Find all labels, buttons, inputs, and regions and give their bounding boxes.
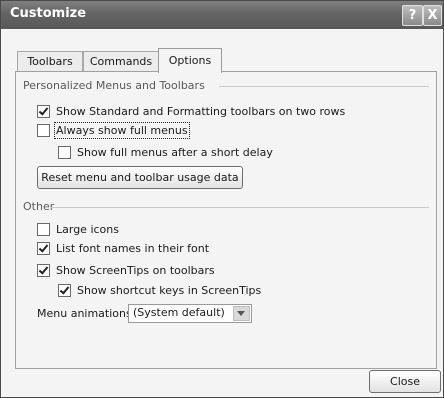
menu-animations-label: Menu animations:	[37, 306, 136, 320]
screentips-label: Show ScreenTips on toolbars	[56, 263, 215, 277]
help-button[interactable]: ?	[402, 5, 423, 26]
menu-animations-select[interactable]: (System default)	[128, 304, 252, 323]
option-screentips[interactable]: Show ScreenTips on toolbars	[37, 262, 215, 278]
chevron-down-icon[interactable]	[233, 306, 250, 321]
close-window-button[interactable]: X	[423, 5, 442, 26]
reset-usage-button[interactable]: Reset menu and toolbar usage data	[37, 166, 243, 189]
full-menus-label: Always show full menus	[54, 121, 190, 139]
close-icon: X	[427, 8, 438, 23]
screentips-checkbox[interactable]	[37, 263, 50, 277]
short-delay-checkbox[interactable]	[58, 145, 71, 159]
option-full-menus[interactable]: Always show full menus	[37, 121, 190, 139]
font-names-label: List font names in their font	[56, 241, 210, 255]
option-short-delay[interactable]: Show full menus after a short delay	[58, 144, 273, 160]
large-icons-label: Large icons	[56, 222, 119, 236]
dialog-title: Customize	[10, 6, 87, 21]
menu-animations-row: Menu animations:	[37, 305, 135, 321]
shortcut-keys-label: Show shortcut keys in ScreenTips	[77, 283, 262, 297]
help-icon: ?	[408, 8, 417, 23]
menu-animations-value: (System default)	[133, 306, 225, 319]
other-divider	[51, 207, 429, 208]
title-bar[interactable]: Customize ? X	[1, 1, 443, 29]
close-button[interactable]: Close	[369, 370, 441, 393]
two-rows-label: Show Standard and Formatting toolbars on…	[56, 104, 346, 118]
short-delay-label: Show full menus after a short delay	[77, 145, 273, 159]
option-two-rows[interactable]: Show Standard and Formatting toolbars on…	[37, 103, 345, 119]
font-names-checkbox[interactable]	[37, 241, 50, 255]
large-icons-checkbox[interactable]	[37, 222, 50, 236]
personalized-heading: Personalized Menus and Toolbars	[23, 79, 205, 92]
other-heading: Other	[23, 200, 55, 213]
tab-toolbars[interactable]: Toolbars	[17, 51, 83, 72]
option-large-icons[interactable]: Large icons	[37, 221, 119, 237]
shortcut-keys-checkbox[interactable]	[58, 283, 71, 297]
personalized-divider	[219, 86, 429, 87]
option-font-names[interactable]: List font names in their font	[37, 240, 209, 256]
tab-commands[interactable]: Commands	[83, 51, 159, 72]
full-menus-checkbox[interactable]	[37, 123, 50, 137]
tab-options[interactable]: Options	[158, 48, 222, 73]
customize-dialog: Customize ? X Toolbars Commands Options …	[0, 0, 444, 398]
two-rows-checkbox[interactable]	[37, 104, 50, 118]
option-shortcut-keys[interactable]: Show shortcut keys in ScreenTips	[58, 282, 261, 298]
